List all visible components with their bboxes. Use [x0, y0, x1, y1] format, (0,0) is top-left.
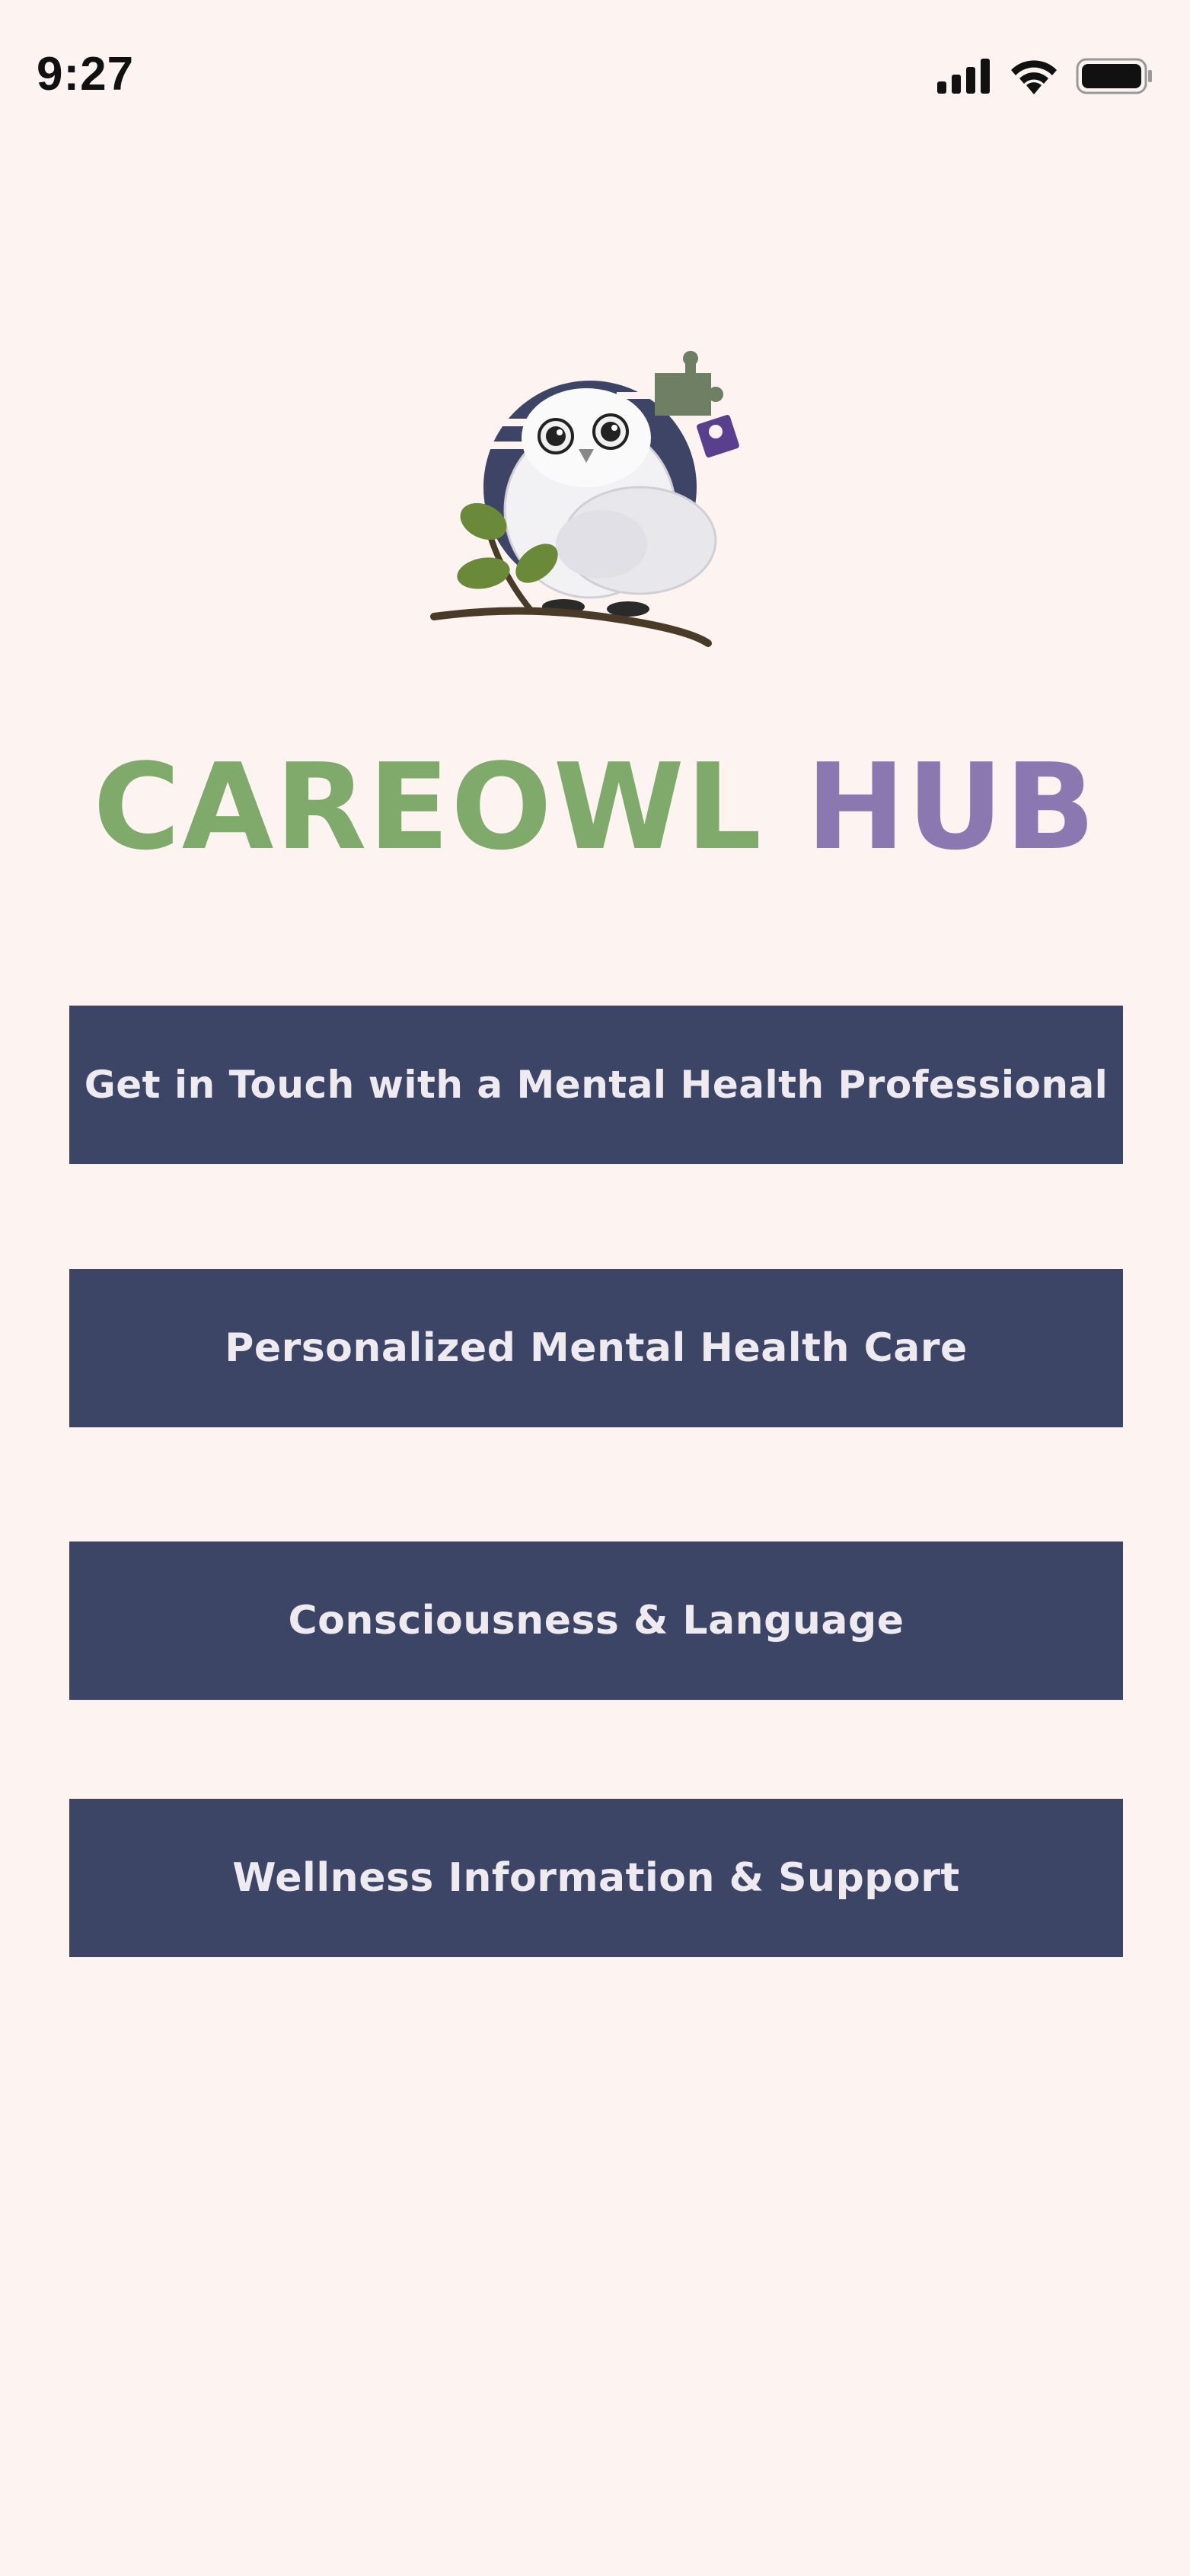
- status-time: 9:27: [37, 48, 135, 100]
- battery-icon: [1076, 58, 1153, 97]
- home-screen: 9:27 CAREOWL HUB Get in Touch with a Men…: [0, 0, 1190, 2576]
- wellness-support-button[interactable]: Wellness Information & Support: [69, 1799, 1123, 1957]
- consciousness-language-button[interactable]: Consciousness & Language: [69, 1541, 1123, 1700]
- signal-icon: [937, 59, 992, 97]
- contact-professional-button[interactable]: Get in Touch with a Mental Health Profes…: [69, 1006, 1123, 1164]
- owl-logo-icon: [430, 350, 739, 647]
- status-icons: [937, 56, 1153, 99]
- app-title-hub: HUB: [806, 738, 1097, 876]
- careowl-logo: [426, 346, 769, 666]
- status-bar: 9:27: [0, 0, 1190, 152]
- wifi-icon: [1009, 58, 1059, 97]
- app-title-careowl: CAREOWL: [93, 738, 764, 876]
- personalized-care-button[interactable]: Personalized Mental Health Care: [69, 1269, 1123, 1427]
- app-title: CAREOWL HUB: [0, 731, 1190, 883]
